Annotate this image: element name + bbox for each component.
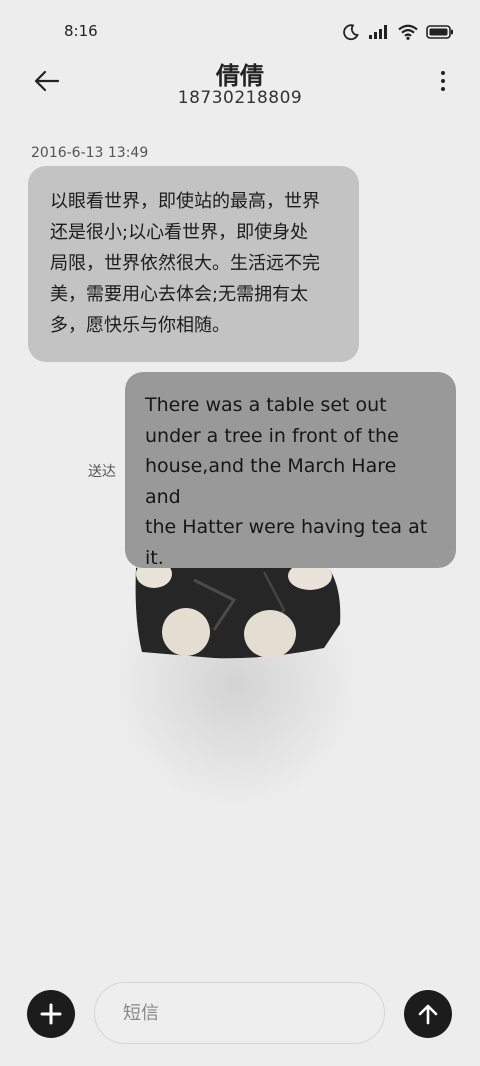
conversation-header: 倩倩 18730218809: [0, 52, 480, 114]
contact-name: 倩倩: [216, 62, 264, 90]
sms-input[interactable]: [94, 982, 385, 1044]
status-icons: [342, 22, 454, 42]
message-line: it.: [145, 546, 164, 569]
message-composer: [0, 980, 480, 1050]
plus-icon: [40, 1003, 62, 1025]
incoming-message-bubble[interactable]: 以眼看世界，即使站的最高，世界 还是很小;以心看世界，即使身处 局限，世界依然很…: [28, 166, 359, 362]
more-options-button[interactable]: [436, 66, 450, 96]
contact-phone-number: 18730218809: [177, 88, 303, 108]
message-line: house,and the March Hare and: [145, 455, 397, 508]
signal-icon: [369, 25, 387, 39]
message-line: under a tree in front of the: [145, 424, 399, 447]
send-arrow-icon: [418, 1004, 438, 1025]
message-line: 美，需要用心去体会;无需拥有太: [50, 284, 309, 305]
wifi-icon: [398, 24, 418, 40]
message-line: the Hatter were having tea at: [145, 516, 428, 538]
attachment-image: [135, 560, 341, 659]
message-line: 局限，世界依然很大。生活远不完: [50, 253, 320, 274]
message-line: 还是很小;以心看世界，即使身处: [50, 222, 309, 243]
message-line: 以眼看世界，即使站的最高，世界: [50, 191, 320, 212]
message-line: There was a table set out: [145, 394, 387, 416]
add-attachment-button[interactable]: [27, 990, 75, 1038]
moon-icon: [343, 24, 359, 41]
battery-icon: [426, 25, 453, 39]
send-button[interactable]: [404, 990, 452, 1038]
outgoing-message-bubble[interactable]: There was a table set out under a tree i…: [125, 372, 456, 569]
status-time: 8:16: [64, 22, 98, 40]
message-line: 多，愿快乐与你相随。: [50, 315, 230, 336]
message-timestamp: 2016-6-13 13:49: [31, 145, 149, 161]
delivery-status: 送达: [88, 464, 116, 480]
more-vertical-icon: [441, 71, 445, 75]
